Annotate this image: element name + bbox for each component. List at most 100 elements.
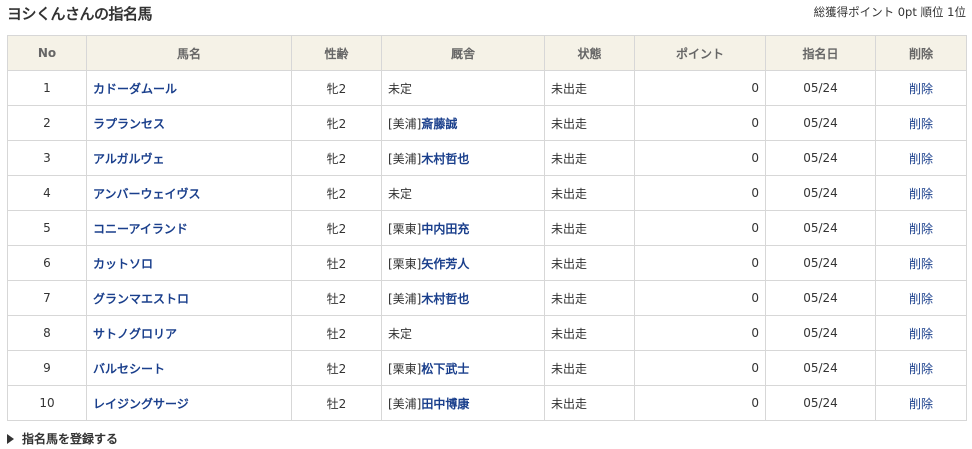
triangle-right-icon — [7, 433, 14, 444]
row-number: 3 — [7, 140, 87, 176]
trainer-link[interactable]: 斎藤誠 — [421, 117, 457, 131]
delete-link[interactable]: 削除 — [909, 222, 933, 236]
delete-link[interactable]: 削除 — [909, 362, 933, 376]
delete-link[interactable]: 削除 — [909, 187, 933, 201]
horse-name-link[interactable]: バルセシート — [93, 362, 165, 376]
horse-name-cell: グランマエストロ — [86, 280, 292, 316]
column-header-sex-age: 性齢 — [291, 35, 382, 71]
trainer-link[interactable]: 木村哲也 — [421, 152, 469, 166]
stable-cell: [美浦]木村哲也 — [381, 280, 545, 316]
points: 0 — [634, 210, 766, 246]
horse-name-cell: ラプランセス — [86, 105, 292, 141]
row-number: 10 — [7, 385, 87, 421]
points: 0 — [634, 175, 766, 211]
stable-undecided: 未定 — [388, 81, 413, 96]
horse-name-link[interactable]: カドーダムール — [93, 82, 177, 96]
status: 未出走 — [544, 140, 635, 176]
stable-region: [美浦] — [388, 396, 422, 411]
nominated-horses-table: No 馬名 性齢 厩舎 状態 ポイント 指名日 削除 1 カドーダムール 牝2 未定未… — [7, 35, 967, 421]
status: 未出走 — [544, 70, 635, 106]
table-row: 1 カドーダムール 牝2 未定 未出走 0 05/24 削除 — [7, 70, 967, 106]
table-row: 9 バルセシート 牡2 [栗東]松下武士 未出走 0 05/24 削除 — [7, 350, 967, 386]
nomination-date: 05/24 — [765, 315, 876, 351]
row-number: 6 — [7, 245, 87, 281]
delete-link[interactable]: 削除 — [909, 292, 933, 306]
sex-age: 牡2 — [291, 350, 382, 386]
column-header-status: 状態 — [544, 35, 635, 71]
delete-link[interactable]: 削除 — [909, 117, 933, 131]
table-row: 8 サトノグロリア 牡2 未定 未出走 0 05/24 削除 — [7, 315, 967, 351]
column-header-date: 指名日 — [765, 35, 876, 71]
column-header-no: No — [7, 35, 87, 71]
nomination-date: 05/24 — [765, 175, 876, 211]
delete-link[interactable]: 削除 — [909, 257, 933, 271]
horse-name-link[interactable]: カットソロ — [93, 257, 153, 271]
register-horse-link[interactable]: 指名馬を登録する — [7, 430, 118, 447]
stable-cell: 未定 — [381, 315, 545, 351]
sex-age: 牝2 — [291, 210, 382, 246]
delete-link[interactable]: 削除 — [909, 82, 933, 96]
trainer-link[interactable]: 中内田充 — [421, 222, 469, 236]
nomination-date: 05/24 — [765, 280, 876, 316]
horse-name-link[interactable]: コニーアイランド — [93, 222, 188, 236]
delete-link[interactable]: 削除 — [909, 152, 933, 166]
sex-age: 牝2 — [291, 175, 382, 211]
points: 0 — [634, 140, 766, 176]
table-row: 3 アルガルヴェ 牝2 [美浦]木村哲也 未出走 0 05/24 削除 — [7, 140, 967, 176]
trainer-link[interactable]: 田中博康 — [421, 397, 469, 411]
stable-cell: 未定 — [381, 175, 545, 211]
stable-cell: 未定 — [381, 70, 545, 106]
delete-link[interactable]: 削除 — [909, 327, 933, 341]
stable-region: [美浦] — [388, 291, 422, 306]
row-number: 2 — [7, 105, 87, 141]
status: 未出走 — [544, 385, 635, 421]
stable-cell: [栗東]矢作芳人 — [381, 245, 545, 281]
horse-name-cell: アルガルヴェ — [86, 140, 292, 176]
delete-cell: 削除 — [875, 280, 967, 316]
delete-cell: 削除 — [875, 105, 967, 141]
points: 0 — [634, 315, 766, 351]
status: 未出走 — [544, 315, 635, 351]
status: 未出走 — [544, 105, 635, 141]
stable-undecided: 未定 — [388, 326, 413, 341]
stable-region: [栗東] — [388, 361, 422, 376]
table-row: 7 グランマエストロ 牡2 [美浦]木村哲也 未出走 0 05/24 削除 — [7, 280, 967, 316]
points: 0 — [634, 350, 766, 386]
status: 未出走 — [544, 280, 635, 316]
stable-region: [美浦] — [388, 116, 422, 131]
points: 0 — [634, 385, 766, 421]
status: 未出走 — [544, 350, 635, 386]
nomination-date: 05/24 — [765, 140, 876, 176]
stable-cell: [美浦]木村哲也 — [381, 140, 545, 176]
sex-age: 牡2 — [291, 315, 382, 351]
horse-name-link[interactable]: ラプランセス — [93, 117, 165, 131]
status: 未出走 — [544, 210, 635, 246]
horse-name-link[interactable]: レイジングサージ — [93, 397, 189, 411]
horse-name-link[interactable]: アルガルヴェ — [93, 152, 165, 166]
column-header-points: ポイント — [634, 35, 766, 71]
row-number: 1 — [7, 70, 87, 106]
table-row: 5 コニーアイランド 牝2 [栗東]中内田充 未出走 0 05/24 削除 — [7, 210, 967, 246]
horse-name-cell: サトノグロリア — [86, 315, 292, 351]
sex-age: 牝2 — [291, 70, 382, 106]
trainer-link[interactable]: 矢作芳人 — [421, 257, 469, 271]
register-horse-label: 指名馬を登録する — [22, 432, 119, 446]
delete-link[interactable]: 削除 — [909, 397, 933, 411]
sex-age: 牝2 — [291, 140, 382, 176]
points: 0 — [634, 280, 766, 316]
nomination-date: 05/24 — [765, 385, 876, 421]
horse-name-link[interactable]: アンバーウェイヴス — [93, 187, 201, 201]
points: 0 — [634, 245, 766, 281]
table-row: 10 レイジングサージ 牡2 [美浦]田中博康 未出走 0 05/24 削除 — [7, 385, 967, 421]
horse-name-cell: コニーアイランド — [86, 210, 292, 246]
horse-name-link[interactable]: グランマエストロ — [93, 292, 189, 306]
stable-region: [美浦] — [388, 151, 422, 166]
status: 未出走 — [544, 175, 635, 211]
status: 未出走 — [544, 245, 635, 281]
horse-name-link[interactable]: サトノグロリア — [93, 327, 177, 341]
row-number: 5 — [7, 210, 87, 246]
sex-age: 牡2 — [291, 280, 382, 316]
row-number: 4 — [7, 175, 87, 211]
trainer-link[interactable]: 松下武士 — [421, 362, 469, 376]
trainer-link[interactable]: 木村哲也 — [421, 292, 469, 306]
